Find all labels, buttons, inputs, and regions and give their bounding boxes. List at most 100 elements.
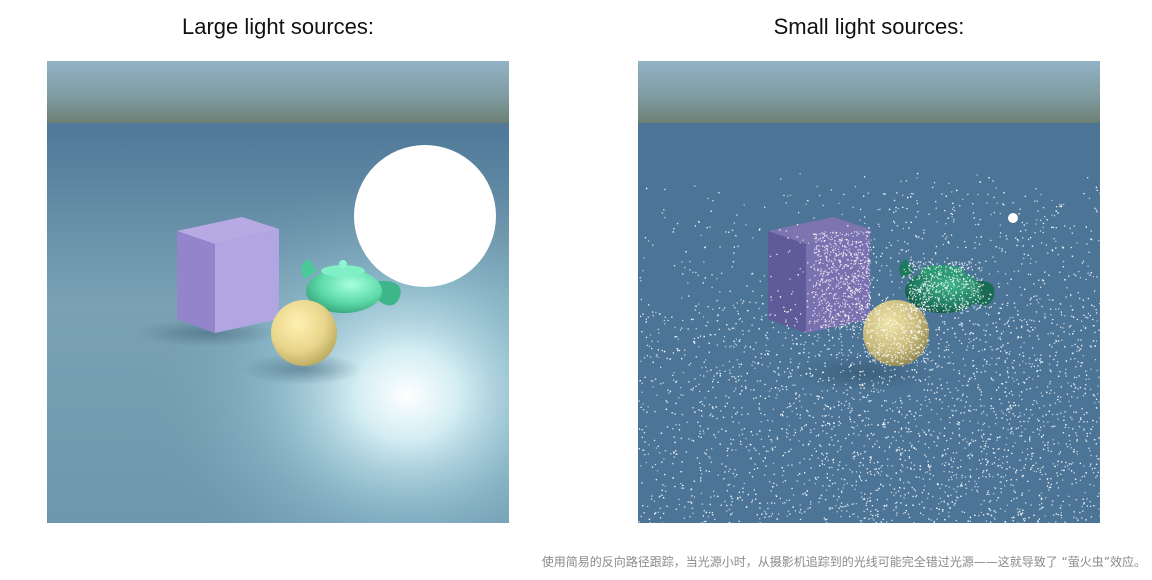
firefly-speck	[699, 478, 702, 480]
firefly-speck	[960, 323, 962, 326]
firefly-speck	[917, 211, 919, 213]
firefly-speck	[739, 496, 741, 498]
firefly-speck	[700, 473, 703, 475]
firefly-speck	[851, 293, 853, 295]
firefly-speck	[859, 374, 861, 376]
firefly-speck	[649, 334, 652, 336]
firefly-speck	[680, 471, 682, 473]
firefly-speck	[827, 283, 830, 285]
firefly-speck	[1069, 443, 1071, 446]
firefly-speck	[952, 277, 954, 279]
firefly-speck	[958, 380, 960, 382]
firefly-speck	[975, 468, 978, 470]
firefly-speck	[827, 249, 829, 252]
firefly-speck	[1036, 219, 1038, 221]
firefly-speck	[1034, 354, 1036, 356]
firefly-speck	[723, 478, 725, 480]
firefly-speck	[1006, 504, 1008, 506]
firefly-speck	[919, 512, 922, 514]
firefly-speck	[922, 296, 925, 298]
firefly-speck	[1083, 413, 1085, 416]
firefly-speck	[774, 371, 776, 373]
firefly-speck	[1087, 177, 1089, 179]
firefly-speck	[817, 239, 820, 241]
firefly-speck	[869, 297, 871, 299]
firefly-speck	[930, 360, 932, 362]
firefly-speck	[807, 242, 810, 244]
firefly-speck	[825, 405, 827, 407]
firefly-speck	[997, 348, 999, 350]
firefly-speck	[854, 259, 856, 262]
firefly-speck	[831, 238, 834, 240]
firefly-speck	[875, 339, 877, 341]
firefly-speck	[1041, 361, 1044, 363]
firefly-speck	[914, 490, 917, 492]
firefly-speck	[993, 510, 995, 512]
firefly-speck	[997, 465, 999, 467]
firefly-speck	[658, 332, 660, 334]
firefly-speck	[1018, 213, 1020, 215]
firefly-speck	[923, 281, 926, 283]
firefly-speck	[1083, 193, 1085, 195]
firefly-speck	[921, 238, 923, 240]
firefly-speck	[898, 410, 900, 412]
firefly-speck	[856, 231, 858, 233]
firefly-speck	[972, 212, 975, 214]
firefly-speck	[860, 323, 862, 326]
firefly-speck	[1024, 229, 1027, 231]
firefly-speck	[1006, 357, 1008, 359]
firefly-speck	[837, 285, 839, 287]
firefly-speck	[761, 315, 763, 318]
firefly-speck	[973, 290, 975, 292]
firefly-speck	[726, 490, 728, 492]
firefly-speck	[868, 227, 870, 229]
firefly-speck	[982, 295, 984, 297]
firefly-speck	[881, 465, 883, 467]
firefly-speck	[832, 267, 834, 269]
firefly-speck	[1059, 451, 1061, 453]
firefly-speck	[786, 311, 788, 313]
firefly-speck	[1086, 498, 1088, 500]
firefly-speck	[799, 400, 801, 402]
firefly-speck	[922, 348, 924, 350]
firefly-speck	[1052, 439, 1054, 441]
firefly-speck	[864, 256, 866, 258]
firefly-speck	[725, 430, 727, 432]
firefly-speck	[816, 185, 818, 188]
firefly-speck	[955, 299, 957, 301]
firefly-speck	[925, 275, 927, 277]
firefly-speck	[918, 261, 920, 263]
firefly-speck	[923, 507, 925, 509]
firefly-speck	[990, 407, 992, 410]
firefly-speck	[834, 293, 836, 295]
firefly-speck	[879, 208, 881, 210]
firefly-speck	[1048, 410, 1050, 412]
firefly-speck	[945, 266, 947, 268]
firefly-speck	[1010, 332, 1012, 334]
firefly-speck	[791, 487, 793, 490]
firefly-speck	[1012, 316, 1014, 318]
firefly-speck	[1036, 335, 1039, 337]
firefly-speck	[674, 336, 676, 338]
firefly-speck	[863, 277, 866, 279]
firefly-speck	[1060, 517, 1063, 519]
firefly-speck	[992, 448, 994, 450]
firefly-speck	[929, 469, 931, 471]
firefly-speck	[929, 369, 931, 371]
firefly-speck	[1071, 255, 1074, 257]
firefly-speck	[731, 327, 734, 329]
firefly-speck	[824, 300, 826, 302]
firefly-speck	[1015, 327, 1018, 329]
firefly-speck	[878, 376, 881, 378]
firefly-speck	[737, 245, 739, 247]
firefly-speck	[826, 477, 828, 479]
firefly-speck	[866, 265, 868, 267]
firefly-speck	[923, 277, 925, 280]
large-light-source	[354, 145, 496, 287]
firefly-speck	[815, 283, 818, 285]
firefly-speck	[989, 334, 991, 336]
firefly-speck	[1023, 520, 1026, 522]
firefly-speck	[910, 430, 912, 433]
firefly-speck	[1009, 317, 1011, 319]
firefly-speck	[835, 244, 837, 246]
